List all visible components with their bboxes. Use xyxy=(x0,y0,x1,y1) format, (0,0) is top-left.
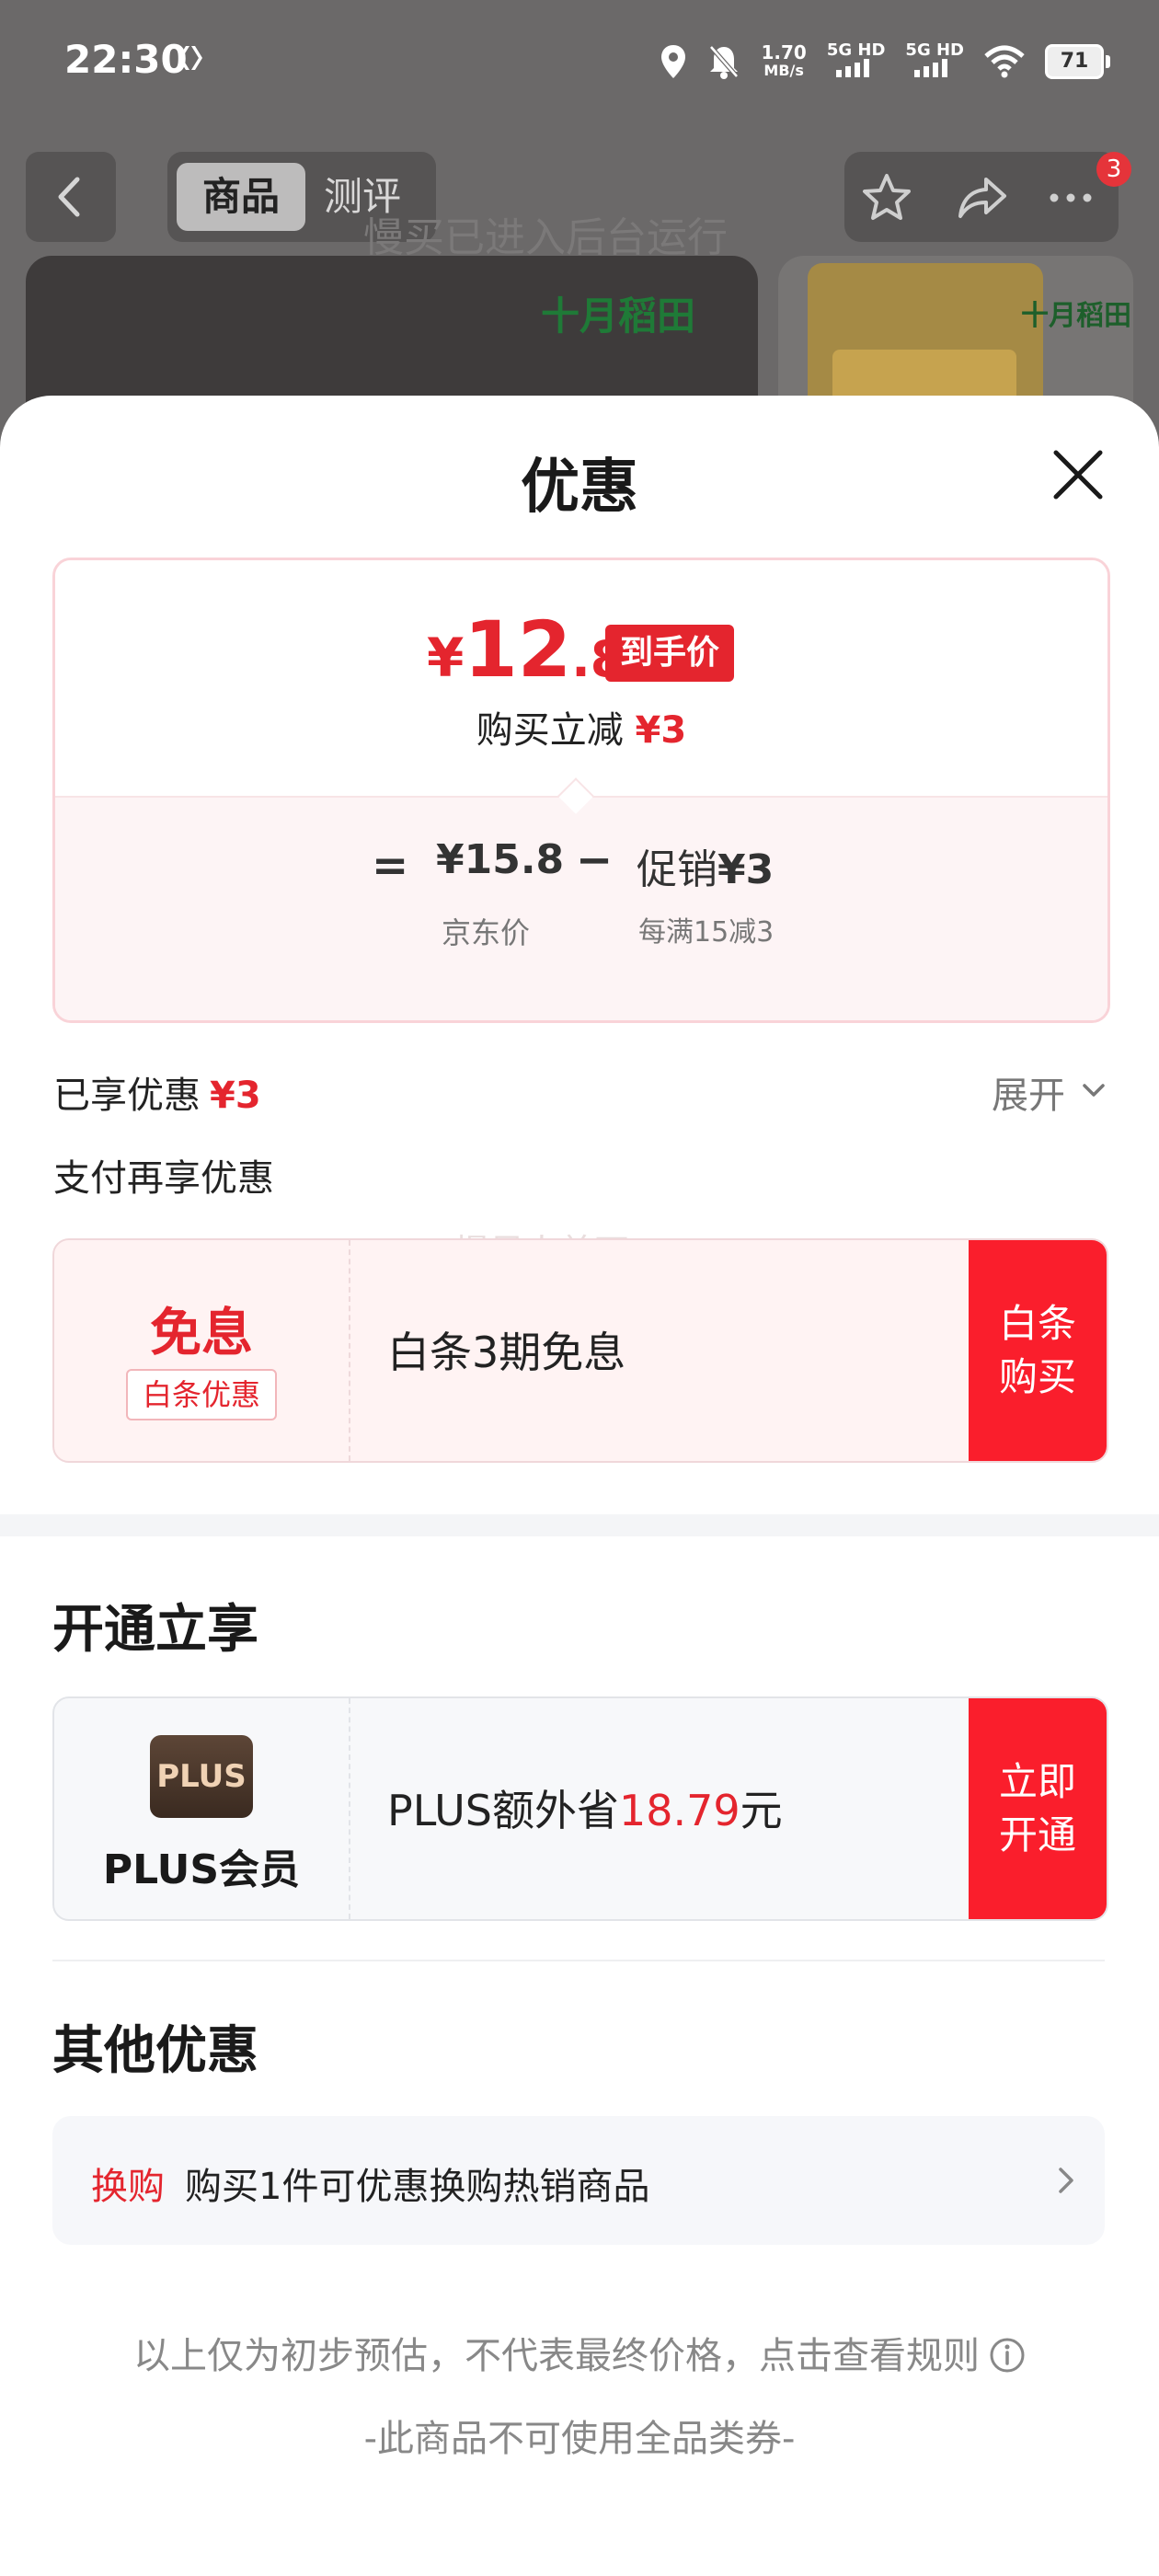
plus-logo: PLUS xyxy=(150,1735,253,1818)
plus-offer-badge: PLUS PLUS会员 xyxy=(54,1698,350,1919)
baitiao-buy-label: 白条 购买 xyxy=(998,1301,1076,1399)
wifi-icon xyxy=(984,45,1025,78)
tab-product[interactable]: 商品 xyxy=(177,163,305,231)
status-bar: 22:30 1.70 MB/s 5G HD 5G HD 71 xyxy=(0,0,1159,124)
no-coupon-note: -此商品不可使用全品类券- xyxy=(363,2418,796,2460)
interest-free-title: 免息 xyxy=(150,1304,253,1363)
plus-offer-card[interactable]: PLUS PLUS会员 PLUS额外省18.79元 立即 开通 xyxy=(52,1696,1108,1921)
reduce-value: ¥3 xyxy=(635,709,687,752)
trade-in-offer-row[interactable]: 换购 购买1件可优惠换购热销商品 xyxy=(52,2116,1105,2245)
more-badge: 3 xyxy=(1096,152,1131,187)
jd-price-value: ¥15.8 xyxy=(436,836,565,883)
status-time: 22:30 xyxy=(64,37,188,82)
enjoyed-discount: 已享优惠 ¥3 xyxy=(53,1065,261,1119)
enjoyed-label: 已享优惠 xyxy=(53,1075,201,1117)
location-icon xyxy=(661,45,686,78)
top-action-group xyxy=(844,152,1119,242)
thin-divider xyxy=(52,1960,1105,1961)
network-speed: 1.70 MB/s xyxy=(761,43,806,80)
plus-open-button[interactable]: 立即 开通 xyxy=(969,1698,1107,1919)
speed-unit: MB/s xyxy=(763,62,804,79)
share-icon[interactable] xyxy=(957,172,1008,224)
signal-sim2: 5G HD xyxy=(905,42,964,81)
minus-sign: − xyxy=(576,834,614,886)
footnote-text: 以上仅为初步预估，不代表最终价格，点击查看规则 xyxy=(133,2335,980,2377)
price-breakdown-card: ¥12.8 到手价 购买立减 ¥3 = ¥15.8 − 促销¥3 京东价 每满1… xyxy=(52,558,1110,1023)
jd-price-label: 京东价 xyxy=(442,915,531,950)
signal-bars-icon xyxy=(914,59,948,77)
signal-bars-icon xyxy=(835,59,869,77)
app-indicator-icon xyxy=(178,46,202,70)
enjoyed-value: ¥3 xyxy=(210,1075,261,1117)
baitiao-offer-card[interactable]: 免息 白条优惠 白条3期免息 白条 购买 xyxy=(52,1238,1108,1463)
plus-save-amount: 18.79 xyxy=(618,1786,740,1835)
product-brand-logo: 十月稻田 xyxy=(541,293,696,339)
sheet-title: 优惠 xyxy=(521,454,638,522)
chevron-right-icon xyxy=(1059,2168,1073,2193)
close-icon[interactable] xyxy=(1050,447,1106,502)
back-button[interactable] xyxy=(26,152,116,242)
section-divider xyxy=(0,1514,1159,1536)
baitiao-tag: 白条优惠 xyxy=(126,1369,277,1420)
price-calculation xyxy=(55,796,1107,1020)
instant-reduce-line: 购买立减 ¥3 xyxy=(55,700,1107,753)
speed-value: 1.70 xyxy=(761,41,807,63)
final-price: ¥12.8 xyxy=(427,604,625,695)
more-icon[interactable] xyxy=(1045,172,1096,224)
star-icon[interactable] xyxy=(861,172,912,224)
battery-indicator: 71 xyxy=(1045,44,1110,79)
reduce-label: 购买立减 xyxy=(476,709,624,752)
plus-text-suffix: 元 xyxy=(740,1786,783,1835)
trade-in-tag: 换购 xyxy=(91,2166,165,2208)
baitiao-offer-badge: 免息 白条优惠 xyxy=(54,1240,350,1461)
plus-offer-text: PLUS额外省18.79元 xyxy=(387,1777,783,1838)
price-footnote[interactable]: 以上仅为初步预估，不代表最终价格，点击查看规则 xyxy=(0,2326,1159,2379)
promo-amount: 促销¥3 xyxy=(637,836,774,895)
plus-open-label: 立即 开通 xyxy=(998,1759,1076,1857)
status-indicators: 1.70 MB/s 5G HD 5G HD 71 xyxy=(660,40,1110,83)
discount-sheet: 优惠 ¥12.8 到手价 购买立减 ¥3 = ¥15.8 − 促销¥3 京东价 … xyxy=(0,396,1159,2576)
net-label-1: 5G HD xyxy=(826,40,886,60)
signal-sim1: 5G HD xyxy=(826,40,886,81)
background-toast: 慢买已进入后台运行 xyxy=(363,214,728,261)
mute-bell-icon xyxy=(709,45,740,79)
chevron-left-icon xyxy=(58,177,80,217)
promo-description: 每满15减3 xyxy=(638,916,775,949)
promo-label: 促销 xyxy=(637,846,717,893)
thumbnail-brand-logo: 十月稻田 xyxy=(1021,300,1131,332)
trade-in-text: 购买1件可优惠换购热销商品 xyxy=(185,2166,650,2208)
info-icon[interactable] xyxy=(989,2337,1026,2374)
currency-symbol: ¥ xyxy=(427,627,465,689)
equals-sign: = xyxy=(372,840,409,891)
plus-member-name: PLUS会员 xyxy=(102,1846,301,1893)
expand-button[interactable]: 展开 xyxy=(992,1065,1065,1119)
final-price-tag: 到手价 xyxy=(605,625,735,682)
plus-text-prefix: PLUS额外省 xyxy=(387,1786,619,1835)
price-summary: ¥12.8 到手价 购买立减 ¥3 xyxy=(55,560,1107,796)
net-label-2: 5G HD xyxy=(905,40,964,60)
chevron-down-icon[interactable] xyxy=(1080,1076,1107,1104)
baitiao-offer-text: 白条3期免息 xyxy=(387,1328,626,1377)
pay-more-label: 支付再享优惠 xyxy=(53,1157,274,1200)
other-section-title: 其他优惠 xyxy=(52,2021,258,2081)
final-price-integer: 12 xyxy=(464,604,572,695)
baitiao-buy-button[interactable]: 白条 购买 xyxy=(969,1240,1107,1461)
open-section-title: 开通立享 xyxy=(52,1600,258,1660)
promo-value: ¥3 xyxy=(717,846,775,893)
